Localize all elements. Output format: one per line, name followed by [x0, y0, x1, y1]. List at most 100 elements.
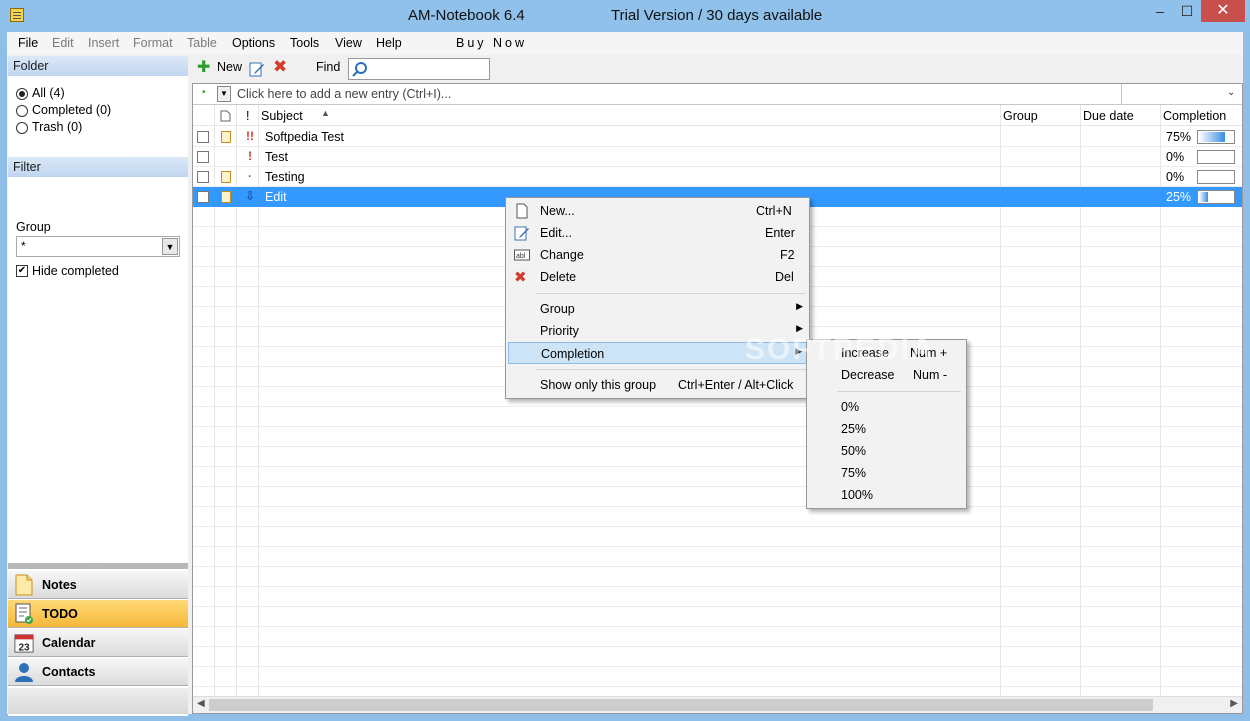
checkmark-icon: ✔ [16, 265, 28, 277]
nav-notes-button[interactable]: Notes [8, 571, 188, 599]
folder-trash-radio[interactable]: Trash (0) [16, 120, 186, 136]
chevron-down-icon[interactable]: ▼ [162, 238, 178, 255]
svg-text:abl: abl [516, 253, 526, 260]
grid-line [193, 446, 1242, 447]
subject-column-header[interactable]: Subject [261, 109, 303, 123]
scroll-left-icon[interactable]: ◀ [197, 698, 205, 709]
new-entry-input[interactable]: Click here to add a new entry (Ctrl+I)..… [237, 87, 451, 101]
folder-completed-radio[interactable]: Completed (0) [16, 103, 186, 119]
group-filter-select[interactable]: * ▼ [16, 236, 180, 257]
table-row[interactable]: · Testing 0% [193, 167, 1242, 187]
watermark: SOFTPEDIA [745, 333, 935, 366]
toolbar: ✚ New ✖ Find [192, 56, 1243, 82]
panel-splitter[interactable] [8, 555, 188, 569]
buy-now-link[interactable]: Buy Now [456, 36, 527, 50]
completion-75-item[interactable]: 75% [809, 462, 964, 484]
menu-options[interactable]: Options [232, 36, 275, 50]
edit-icon[interactable] [249, 61, 265, 77]
maximize-button[interactable]: ☐ [1172, 0, 1202, 22]
menu-format[interactable]: Format [133, 36, 173, 50]
row-checkbox[interactable] [197, 191, 209, 203]
row-checkbox[interactable] [197, 151, 209, 163]
row-checkbox[interactable] [197, 171, 209, 183]
menu-help[interactable]: Help [376, 36, 402, 50]
menu-edit[interactable]: Edit [52, 36, 74, 50]
nav-calendar-label: Calendar [42, 636, 96, 650]
todo-icon [15, 603, 33, 624]
grid-line [193, 626, 1242, 627]
scroll-right-icon[interactable]: ▶ [1230, 698, 1238, 709]
search-icon [352, 62, 367, 77]
priority-high-icon: !! [246, 129, 254, 143]
menu-view[interactable]: View [335, 36, 362, 50]
menu-tools[interactable]: Tools [290, 36, 319, 50]
nav-calendar-button[interactable]: 23 Calendar [8, 629, 188, 657]
completion-bar [1197, 170, 1235, 184]
folder-all-radio[interactable]: All (4) [16, 86, 186, 102]
completion-bar [1197, 190, 1235, 204]
row-checkbox[interactable] [197, 131, 209, 143]
context-edit-item[interactable]: Edit... Enter [508, 222, 807, 244]
scrollbar-thumb[interactable] [209, 699, 1153, 711]
context-show-group-item[interactable]: Show only this group Ctrl+Enter / Alt+Cl… [508, 374, 807, 396]
chevron-down-icon[interactable]: ⌄ [1227, 87, 1235, 98]
close-button[interactable]: ✕ [1201, 0, 1245, 22]
context-edit-label: Edit... [540, 226, 572, 240]
note-icon [221, 171, 231, 183]
menu-insert[interactable]: Insert [88, 36, 119, 50]
horizontal-scrollbar[interactable]: ◀ ▶ [193, 696, 1242, 713]
completion-column-header[interactable]: Completion [1163, 109, 1226, 123]
nav-bottom-strip [8, 688, 188, 714]
row-completion-text: 25% [1166, 190, 1192, 204]
context-delete-label: Delete [540, 270, 577, 284]
app-icon[interactable] [10, 8, 24, 22]
completion-bar [1197, 130, 1235, 144]
completion-decrease-shortcut: Num - [913, 368, 948, 382]
context-group-item[interactable]: Group ▶ [508, 298, 807, 320]
find-input[interactable] [348, 58, 490, 80]
completion-25-item[interactable]: 25% [809, 418, 964, 440]
new-button[interactable]: New [217, 60, 242, 74]
priority-icon: ! [248, 149, 252, 163]
rename-icon: abl [514, 249, 530, 261]
note-column-icon[interactable] [220, 110, 231, 122]
add-icon[interactable]: ✚ [197, 57, 210, 77]
due-date-column-header[interactable]: Due date [1083, 109, 1134, 123]
note-icon [15, 574, 33, 596]
grid-line [193, 586, 1242, 587]
grid-line [193, 406, 1242, 407]
calendar-icon-day: 23 [18, 642, 30, 653]
context-priority-label: Priority [540, 324, 579, 338]
completion-50-item[interactable]: 50% [809, 440, 964, 462]
priority-column-header[interactable]: ! [246, 109, 249, 123]
chevron-down-icon[interactable]: ▼ [217, 86, 231, 102]
completion-100-item[interactable]: 100% [809, 484, 964, 506]
context-change-label: Change [540, 248, 584, 262]
submenu-arrow-icon: ▶ [796, 301, 803, 311]
group-column-header[interactable]: Group [1003, 109, 1038, 123]
priority-normal-icon: · [248, 169, 252, 183]
menu-file[interactable]: File [18, 36, 38, 50]
context-change-item[interactable]: abl Change F2 [508, 244, 807, 266]
table-row[interactable]: !! Softpedia Test 75% [193, 127, 1242, 147]
delete-icon[interactable]: ✖ [273, 57, 287, 77]
nav-contacts-button[interactable]: Contacts [8, 658, 188, 686]
column-header: ! Subject ▲ Group Due date Completion [193, 105, 1242, 126]
contact-icon [15, 663, 33, 682]
completion-decrease-item[interactable]: Decrease Num - [809, 364, 964, 386]
sort-ascending-icon: ▲ [321, 108, 330, 118]
context-delete-item[interactable]: ✖ Delete Del [508, 266, 807, 288]
menu-table[interactable]: Table [187, 36, 217, 50]
grid-line [193, 466, 1242, 467]
context-completion-label: Completion [541, 347, 605, 361]
menu-separator [536, 293, 806, 294]
table-row[interactable]: ! Test 0% [193, 147, 1242, 167]
filter-header: Filter [8, 157, 188, 177]
completion-75-label: 75% [841, 466, 867, 480]
minimize-button[interactable]: – [1145, 0, 1175, 22]
completion-0-item[interactable]: 0% [809, 396, 964, 418]
row-subject: Softpedia Test [265, 130, 344, 144]
nav-todo-button[interactable]: TODO [8, 600, 188, 628]
context-new-item[interactable]: New... Ctrl+N [508, 200, 807, 222]
new-entry-bar[interactable]: • ▼ Click here to add a new entry (Ctrl+… [193, 84, 1242, 105]
